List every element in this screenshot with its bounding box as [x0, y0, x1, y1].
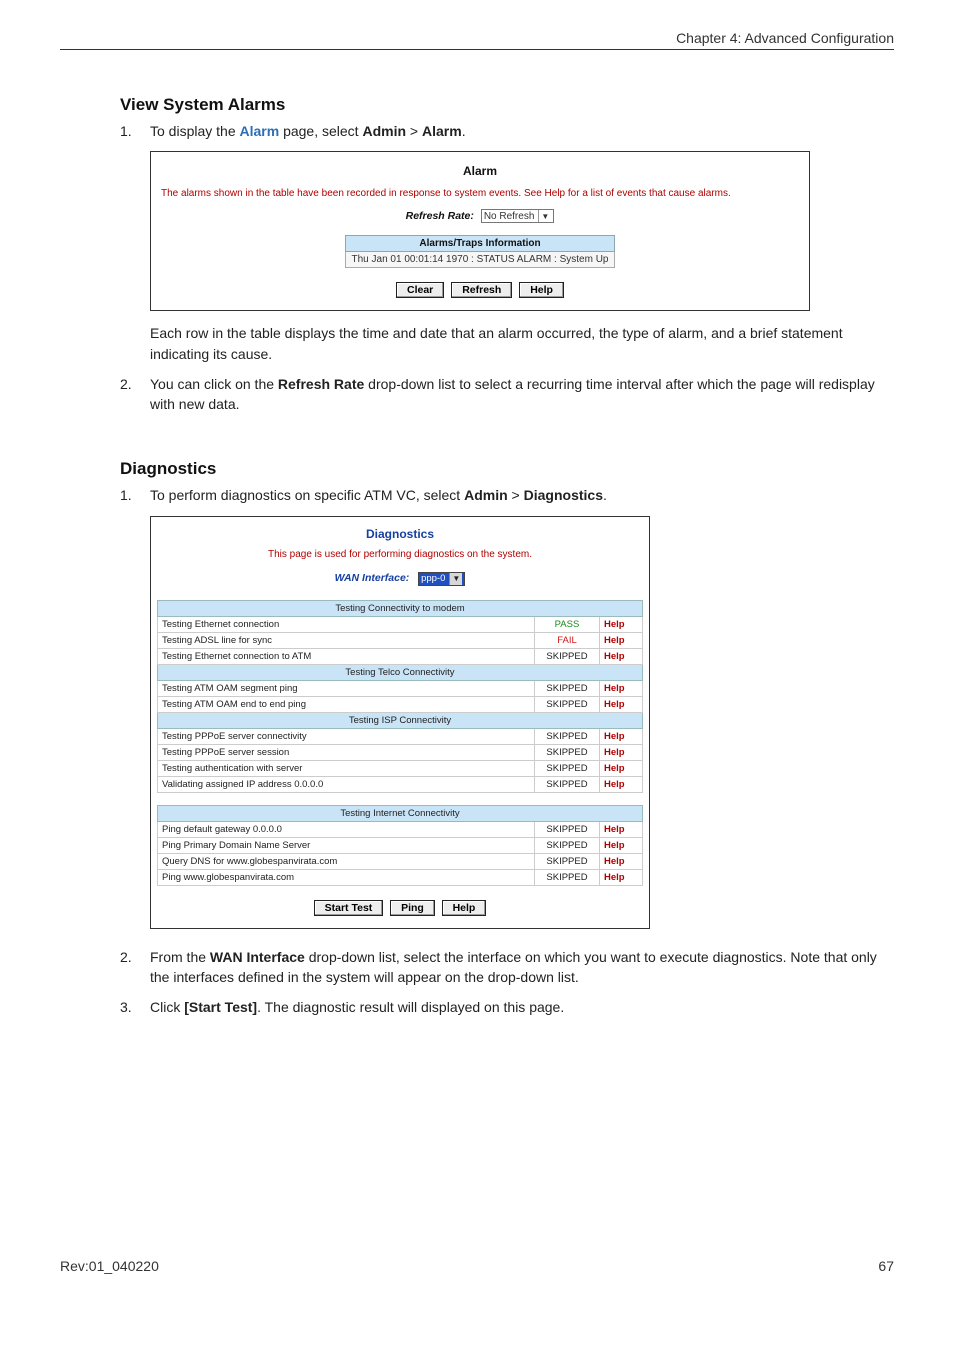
- diag-status: SKIPPED: [535, 744, 600, 760]
- diag-help-link[interactable]: Help: [600, 837, 643, 853]
- chevron-down-icon: ▼: [449, 573, 462, 585]
- step-number: 3.: [120, 997, 150, 1017]
- diag-title: Diagnostics: [157, 523, 643, 549]
- diag-help-link[interactable]: Help: [600, 869, 643, 885]
- diag-test-name: Testing Ethernet connection to ATM: [158, 648, 535, 664]
- diag-section-modem: Testing Connectivity to modem: [158, 600, 643, 616]
- help-button[interactable]: Help: [519, 282, 564, 298]
- diag-help-link[interactable]: Help: [600, 616, 643, 632]
- step-number: 1.: [120, 485, 150, 505]
- diag-status: SKIPPED: [535, 837, 600, 853]
- step-number: 1.: [120, 121, 150, 141]
- diag-help-link[interactable]: Help: [600, 760, 643, 776]
- refresh-rate-label: Refresh Rate:: [406, 210, 474, 222]
- diag-row: Ping Primary Domain Name ServerSKIPPEDHe…: [158, 837, 643, 853]
- diag-help-link[interactable]: Help: [600, 853, 643, 869]
- alarms-heading: View System Alarms: [120, 95, 894, 115]
- diag-status: SKIPPED: [535, 680, 600, 696]
- alarm-title: Alarm: [157, 158, 803, 188]
- diag-test-name: Validating assigned IP address 0.0.0.0: [158, 776, 535, 792]
- diag-help-link[interactable]: Help: [600, 696, 643, 712]
- step-text: You can click on the Refresh Rate drop-d…: [150, 374, 894, 415]
- diag-help-link[interactable]: Help: [600, 648, 643, 664]
- step-text: Click [Start Test]. The diagnostic resul…: [150, 997, 894, 1017]
- diag-help-link[interactable]: Help: [600, 776, 643, 792]
- step-text: To perform diagnostics on specific ATM V…: [150, 485, 894, 505]
- diag-status: SKIPPED: [535, 728, 600, 744]
- alarms-body-para: Each row in the table displays the time …: [150, 323, 894, 364]
- diag-row: Testing Ethernet connectionPASSHelp: [158, 616, 643, 632]
- ping-button[interactable]: Ping: [390, 900, 435, 916]
- diag-row: Testing ADSL line for syncFAILHelp: [158, 632, 643, 648]
- refresh-rate-select[interactable]: No Refresh ▼: [481, 209, 555, 223]
- diag-status: SKIPPED: [535, 821, 600, 837]
- diag-row: Validating assigned IP address 0.0.0.0SK…: [158, 776, 643, 792]
- diag-test-name: Ping www.globespanvirata.com: [158, 869, 535, 885]
- diag-test-name: Testing Ethernet connection: [158, 616, 535, 632]
- diag-test-name: Testing ATM OAM segment ping: [158, 680, 535, 696]
- diag-row: Testing PPPoE server connectivitySKIPPED…: [158, 728, 643, 744]
- diag-test-name: Query DNS for www.globespanvirata.com: [158, 853, 535, 869]
- diag-help-link[interactable]: Help: [600, 632, 643, 648]
- alarm-panel: Alarm The alarms shown in the table have…: [150, 151, 810, 311]
- diag-test-name: Testing authentication with server: [158, 760, 535, 776]
- alarm-desc: The alarms shown in the table have been …: [157, 188, 803, 209]
- diag-status: FAIL: [535, 632, 600, 648]
- start-test-button[interactable]: Start Test: [314, 900, 384, 916]
- step-number: 2.: [120, 374, 150, 415]
- diag-table: Testing Connectivity to modem Testing Et…: [157, 600, 643, 886]
- diag-desc: This page is used for performing diagnos…: [157, 549, 643, 572]
- diag-test-name: Ping Primary Domain Name Server: [158, 837, 535, 853]
- diag-section-inet: Testing Internet Connectivity: [158, 805, 643, 821]
- wan-interface-label: WAN Interface:: [335, 572, 410, 584]
- diag-help-link[interactable]: Help: [600, 680, 643, 696]
- wan-interface-select[interactable]: ppp-0 ▼: [418, 572, 465, 586]
- diag-status: SKIPPED: [535, 648, 600, 664]
- diag-help-link[interactable]: Help: [600, 744, 643, 760]
- diag-status: SKIPPED: [535, 696, 600, 712]
- diag-row: Testing Ethernet connection to ATMSKIPPE…: [158, 648, 643, 664]
- diag-help-link[interactable]: Help: [600, 728, 643, 744]
- diag-section-telco: Testing Telco Connectivity: [158, 664, 643, 680]
- footer-page: 67: [878, 1258, 894, 1274]
- diag-row: Ping default gateway 0.0.0.0SKIPPEDHelp: [158, 821, 643, 837]
- alarms-table-header: Alarms/Traps Information: [345, 236, 615, 252]
- diag-help-button[interactable]: Help: [442, 900, 487, 916]
- alarm-row: Thu Jan 01 00:01:14 1970 : STATUS ALARM …: [345, 252, 615, 268]
- diag-row: Testing ATM OAM end to end pingSKIPPEDHe…: [158, 696, 643, 712]
- alarms-table: Alarms/Traps Information Thu Jan 01 00:0…: [345, 235, 616, 268]
- refresh-button[interactable]: Refresh: [451, 282, 512, 298]
- alarm-link: Alarm: [240, 123, 280, 139]
- diag-test-name: Testing ATM OAM end to end ping: [158, 696, 535, 712]
- diagnostics-heading: Diagnostics: [120, 459, 894, 479]
- diag-test-name: Testing PPPoE server session: [158, 744, 535, 760]
- footer-rev: Rev:01_040220: [60, 1258, 159, 1274]
- chapter-header: Chapter 4: Advanced Configuration: [60, 30, 894, 50]
- diagnostics-panel: Diagnostics This page is used for perfor…: [150, 516, 650, 929]
- step-text: To display the Alarm page, select Admin …: [150, 121, 894, 141]
- diag-test-name: Testing ADSL line for sync: [158, 632, 535, 648]
- diag-row: Testing ATM OAM segment pingSKIPPEDHelp: [158, 680, 643, 696]
- diag-status: SKIPPED: [535, 853, 600, 869]
- diag-row: Ping www.globespanvirata.comSKIPPEDHelp: [158, 869, 643, 885]
- diag-row: Query DNS for www.globespanvirata.comSKI…: [158, 853, 643, 869]
- step-text: From the WAN Interface drop-down list, s…: [150, 947, 894, 988]
- diag-test-name: Ping default gateway 0.0.0.0: [158, 821, 535, 837]
- diag-row: Testing authentication with serverSKIPPE…: [158, 760, 643, 776]
- diag-row: Testing PPPoE server sessionSKIPPEDHelp: [158, 744, 643, 760]
- step-number: 2.: [120, 947, 150, 988]
- chevron-down-icon: ▼: [538, 210, 551, 222]
- diag-help-link[interactable]: Help: [600, 821, 643, 837]
- diag-section-isp: Testing ISP Connectivity: [158, 712, 643, 728]
- clear-button[interactable]: Clear: [396, 282, 444, 298]
- diag-status: SKIPPED: [535, 760, 600, 776]
- diag-status: PASS: [535, 616, 600, 632]
- diag-status: SKIPPED: [535, 776, 600, 792]
- diag-status: SKIPPED: [535, 869, 600, 885]
- diag-test-name: Testing PPPoE server connectivity: [158, 728, 535, 744]
